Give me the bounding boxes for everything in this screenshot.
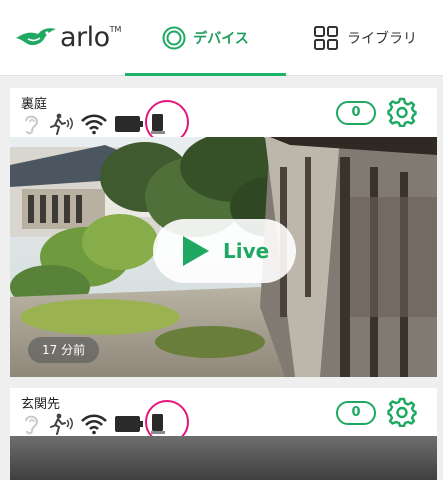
app-header: arlo TM デバイス ライブラリ	[0, 0, 443, 76]
motion-icon	[48, 113, 74, 135]
camera-feed-thumbnail[interactable]: Live 17 分前	[10, 137, 437, 377]
grid-icon	[314, 26, 338, 50]
sound-icon	[22, 413, 42, 435]
event-count-badge[interactable]: 0	[336, 101, 376, 125]
live-button[interactable]: Live	[153, 219, 296, 283]
wifi-icon	[80, 113, 108, 135]
logo-trademark: TM	[109, 25, 122, 34]
live-label: Live	[223, 239, 270, 263]
battery-icon	[114, 415, 144, 433]
device-card-front-door: 玄関先 0	[10, 388, 437, 480]
arlo-logo: arlo TM	[14, 21, 122, 53]
camera-feed-thumbnail[interactable]	[10, 436, 437, 480]
active-tab-indicator	[125, 73, 286, 76]
tab-devices-label: デバイス	[193, 31, 249, 47]
motion-icon	[48, 413, 74, 435]
last-event-time: 17 分前	[28, 337, 100, 363]
tab-library[interactable]: ライブラリ	[313, 0, 441, 76]
tab-library-label: ライブラリ	[347, 31, 417, 47]
devices-ring-icon	[162, 26, 186, 50]
logo-text: arlo	[60, 21, 110, 53]
device-name: 裏庭	[21, 97, 48, 112]
gear-icon[interactable]	[387, 397, 417, 428]
wifi-icon	[80, 413, 108, 435]
sound-icon	[22, 113, 42, 135]
tab-devices[interactable]: デバイス	[125, 0, 286, 76]
arlo-bird-icon	[16, 28, 56, 46]
gear-icon[interactable]	[387, 97, 417, 128]
event-count-badge[interactable]: 0	[336, 401, 376, 425]
device-card-backyard: 裏庭 0 Live 17 分前	[10, 88, 437, 377]
play-icon	[183, 236, 209, 266]
device-name: 玄関先	[21, 397, 61, 412]
battery-icon	[114, 115, 144, 133]
